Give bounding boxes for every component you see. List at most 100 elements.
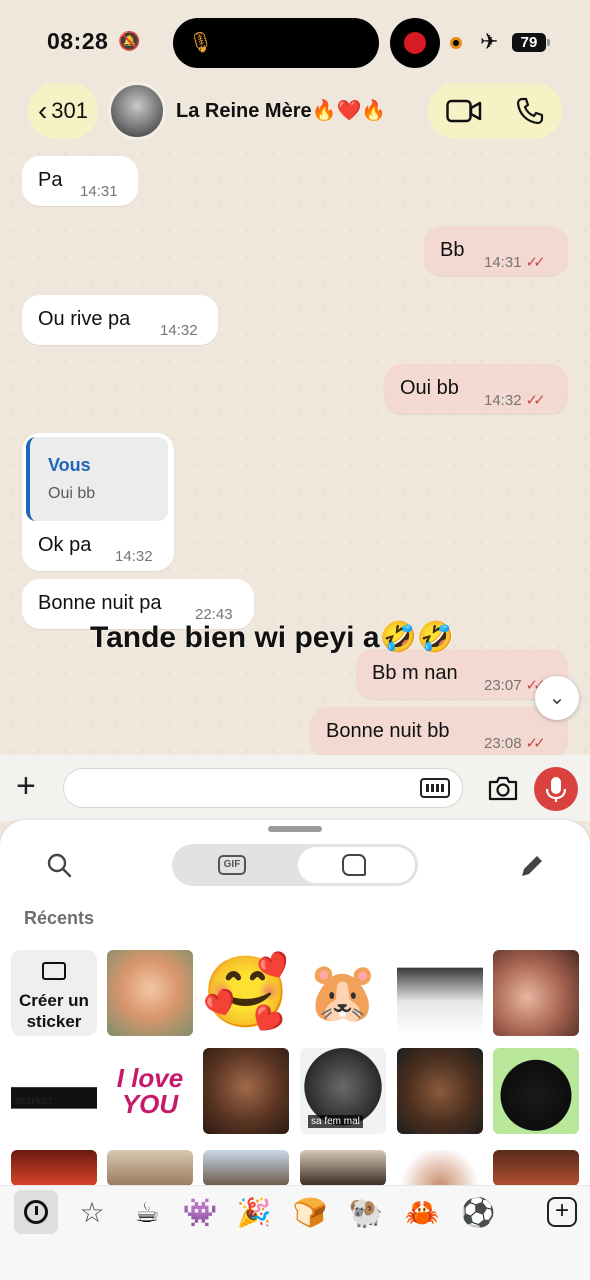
pack-tab[interactable]: 🍞 bbox=[288, 1190, 332, 1234]
pack-tab[interactable]: 🎉 bbox=[232, 1190, 276, 1234]
pack-tab[interactable]: ⚽ bbox=[456, 1190, 500, 1234]
video-call-icon[interactable] bbox=[446, 99, 482, 123]
crab-icon: 🦀 bbox=[404, 1196, 440, 1228]
plus-icon[interactable]: + bbox=[16, 769, 36, 803]
message-time-status: 23:08 ✓✓ bbox=[484, 735, 546, 752]
composer-bar: + bbox=[0, 755, 590, 821]
message-outgoing[interactable]: Oui bb 14:32 ✓✓ bbox=[384, 364, 568, 414]
hamster-heart-sticker[interactable]: 🐹 bbox=[300, 950, 386, 1036]
message-incoming[interactable]: Ou rive pa 14:32 bbox=[22, 295, 218, 345]
favorites-tab[interactable]: ☆ bbox=[70, 1190, 114, 1234]
message-text: Ou rive pa bbox=[38, 308, 131, 330]
add-image-icon bbox=[42, 962, 66, 980]
message-text: Bb m nan bbox=[372, 662, 458, 684]
media-type-switcher: GIF bbox=[172, 844, 418, 886]
message-outgoing[interactable]: Bonne nuit bb 23:08 ✓✓ bbox=[310, 707, 568, 755]
privacy-dot-icon bbox=[450, 37, 462, 49]
sticker-item[interactable] bbox=[11, 1150, 97, 1186]
respect-bow-sticker[interactable]: RESPECT bbox=[11, 1048, 97, 1134]
message-outgoing[interactable]: Bb 14:31 ✓✓ bbox=[424, 226, 568, 276]
quote-author: Vous bbox=[48, 455, 91, 475]
message-incoming[interactable]: Pa 14:31 bbox=[22, 156, 138, 206]
hugging-men-sticker[interactable] bbox=[397, 950, 483, 1036]
message-time-status: 23:07 ✓✓ bbox=[484, 677, 546, 694]
laughing-man-sticker[interactable] bbox=[203, 1048, 289, 1134]
message-text: Bb bbox=[440, 239, 465, 261]
message-input[interactable] bbox=[63, 768, 463, 808]
read-receipt-icon: ✓✓ bbox=[525, 254, 546, 271]
section-title: Récents bbox=[24, 908, 95, 928]
smiling-man-sticker[interactable] bbox=[397, 1048, 483, 1134]
message-time: 14:32 bbox=[115, 548, 153, 565]
message-text: Ok pa bbox=[38, 534, 92, 556]
sticker-caption: sa fem mal bbox=[308, 1115, 363, 1128]
smiling-hearts-emoji-sticker[interactable]: 🥰 bbox=[203, 950, 289, 1036]
message-text: Bonne nuit pa bbox=[38, 592, 162, 614]
panel-grabber[interactable] bbox=[268, 826, 322, 832]
sticker-caption: RESPECT bbox=[15, 1097, 53, 1106]
chat-area[interactable]: Pa 14:31 Bb 14:31 ✓✓ Ou rive pa 14:32 Oui… bbox=[0, 140, 590, 755]
sticker-pack-bar: ☆ ☕ 👾 🎉 🍞 🐏 🦀 ⚽ + bbox=[0, 1185, 590, 1280]
dark-baby-sticker[interactable] bbox=[493, 1048, 579, 1134]
status-time: 08:28 bbox=[47, 28, 109, 54]
message-time-status: 14:31 ✓✓ bbox=[484, 254, 546, 271]
chevron-down-icon: ⌄ bbox=[548, 687, 566, 709]
baby-kiss-sticker[interactable] bbox=[493, 950, 579, 1036]
sticker-item[interactable] bbox=[203, 1150, 289, 1186]
add-sticker-pack-icon: + bbox=[547, 1197, 577, 1227]
message-text: Pa bbox=[38, 169, 63, 191]
unread-count: 301 bbox=[51, 98, 89, 123]
pack-tab[interactable]: 👾 bbox=[178, 1190, 222, 1234]
back-button[interactable]: ‹ 301 bbox=[28, 83, 98, 139]
bread-icon: 🍞 bbox=[292, 1196, 328, 1228]
create-sticker-label: Créer un sticker bbox=[19, 991, 89, 1031]
cat-ball-icon: ⚽ bbox=[460, 1196, 496, 1228]
sticker-icon bbox=[342, 854, 366, 876]
battery-tip bbox=[547, 39, 550, 46]
sticker-item[interactable] bbox=[300, 1150, 386, 1186]
chevron-left-icon: ‹ bbox=[37, 95, 48, 126]
purple-creature-icon: 👾 bbox=[182, 1196, 218, 1228]
read-receipt-icon: ✓✓ bbox=[525, 392, 546, 409]
quote-text: Oui bb bbox=[48, 485, 96, 502]
airplane-icon: ✈ bbox=[480, 29, 499, 54]
message-time: 14:32 bbox=[160, 322, 198, 339]
recent-stickers-tab[interactable] bbox=[14, 1190, 58, 1234]
i-love-you-sticker[interactable]: I love YOU bbox=[107, 1048, 193, 1134]
message-incoming-reply[interactable]: Vous Oui bb Ok pa 14:32 bbox=[22, 433, 174, 571]
crying-child-sticker[interactable]: sa fem mal bbox=[300, 1048, 386, 1134]
contact-name[interactable]: La Reine Mère🔥❤️🔥 bbox=[176, 98, 386, 123]
pack-tab[interactable]: 🦀 bbox=[400, 1190, 444, 1234]
pack-tab[interactable]: ☕ bbox=[125, 1190, 169, 1234]
battery-icon: 79 bbox=[512, 33, 546, 52]
sticker-item[interactable] bbox=[107, 1150, 193, 1186]
scroll-to-bottom-button[interactable]: ⌄ bbox=[535, 676, 579, 720]
sticker-item[interactable] bbox=[397, 1150, 483, 1186]
tab-stickers[interactable] bbox=[298, 847, 415, 883]
voice-message-button[interactable] bbox=[534, 767, 578, 811]
coffee-cup-icon: ☕ bbox=[134, 1196, 160, 1228]
status-bar: 08:28 🔕 🎙 ✈ 79 bbox=[0, 0, 590, 80]
pack-tab[interactable]: 🐏 bbox=[344, 1190, 388, 1234]
search-icon[interactable] bbox=[46, 852, 72, 878]
message-time: 14:31 bbox=[80, 183, 118, 200]
laughing-child-sticker[interactable] bbox=[107, 950, 193, 1036]
quoted-message[interactable]: Vous Oui bb bbox=[26, 437, 168, 521]
camera-icon[interactable] bbox=[487, 775, 519, 801]
avatar[interactable] bbox=[108, 82, 166, 140]
party-icon: 🎉 bbox=[236, 1196, 272, 1228]
message-text: Bonne nuit bb bbox=[326, 720, 450, 742]
sticker-item[interactable] bbox=[493, 1150, 579, 1186]
tab-gif[interactable]: GIF bbox=[218, 855, 246, 875]
create-sticker-button[interactable]: Créer un sticker bbox=[11, 950, 97, 1036]
message-text: Oui bb bbox=[400, 377, 459, 399]
add-sticker-pack-button[interactable]: + bbox=[540, 1190, 584, 1234]
bell-slash-icon: 🔕 bbox=[118, 31, 141, 51]
clock-icon bbox=[24, 1200, 48, 1224]
keyboard-icon[interactable] bbox=[420, 778, 450, 798]
pencil-icon[interactable] bbox=[518, 852, 546, 880]
video-caption-overlay: Tande bien wi peyi a🤣🤣 bbox=[90, 621, 455, 654]
microphone-indicator-icon: 🎙 bbox=[188, 32, 214, 54]
call-actions bbox=[428, 83, 562, 139]
phone-icon[interactable] bbox=[516, 97, 544, 125]
